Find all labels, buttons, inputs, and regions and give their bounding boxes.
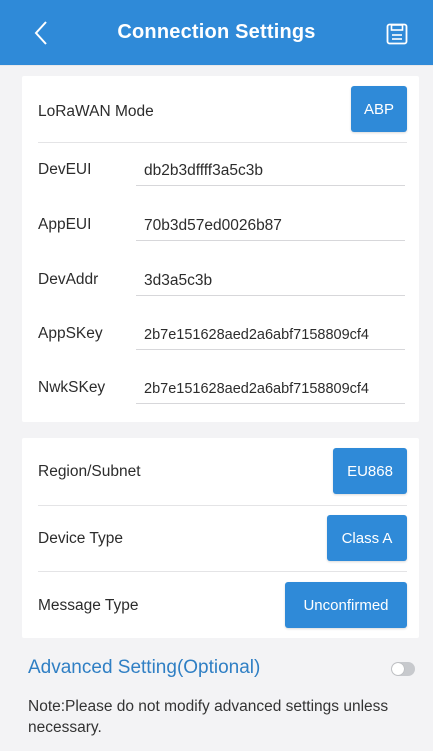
devaddr-input[interactable]: 3d3a5c3b [136, 266, 405, 296]
devaddr-label: DevAddr [38, 271, 99, 288]
lorawan-mode-row: LoRaWAN Mode [38, 86, 405, 138]
appskey-label: AppSKey [38, 325, 103, 342]
app-header: Connection Settings [0, 0, 433, 66]
toggle-knob [392, 663, 404, 675]
message-type-button[interactable]: Unconfirmed [285, 582, 407, 628]
region-label: Region/Subnet [38, 463, 141, 480]
divider [38, 142, 407, 143]
region-button[interactable]: EU868 [333, 448, 407, 494]
save-icon [386, 23, 408, 45]
lorawan-mode-label: LoRaWAN Mode [38, 103, 154, 120]
chevron-left-icon [34, 21, 47, 45]
advanced-setting-toggle[interactable] [391, 662, 415, 676]
back-button[interactable] [28, 20, 54, 46]
device-type-button[interactable]: Class A [327, 515, 407, 561]
nwkskey-input[interactable]: 2b7e151628aed2a6abf7158809cf4 [136, 374, 405, 404]
appeui-label: AppEUI [38, 216, 92, 233]
appeui-input[interactable]: 70b3d57ed0026b87 [136, 211, 405, 241]
divider [38, 571, 407, 572]
lorawan-mode-button[interactable]: ABP [351, 86, 407, 132]
nwkskey-label: NwkSKey [38, 379, 106, 396]
lorawan-settings-card: LoRaWAN Mode ABP DevEUI db2b3dffff3a5c3b… [22, 76, 419, 422]
network-settings-card: Region/Subnet EU868 Device Type Class A … [22, 438, 419, 638]
message-type-label: Message Type [38, 597, 139, 614]
advanced-setting-title: Advanced Setting(Optional) [28, 657, 261, 678]
save-button[interactable] [385, 22, 409, 46]
appskey-input[interactable]: 2b7e151628aed2a6abf7158809cf4 [136, 320, 405, 350]
divider [38, 505, 407, 506]
deveui-input[interactable]: db2b3dffff3a5c3b [136, 156, 405, 186]
advanced-setting-note: Note:Please do not modify advanced setti… [28, 698, 389, 736]
deveui-label: DevEUI [38, 161, 92, 178]
page-title: Connection Settings [117, 21, 316, 43]
device-type-label: Device Type [38, 530, 124, 547]
